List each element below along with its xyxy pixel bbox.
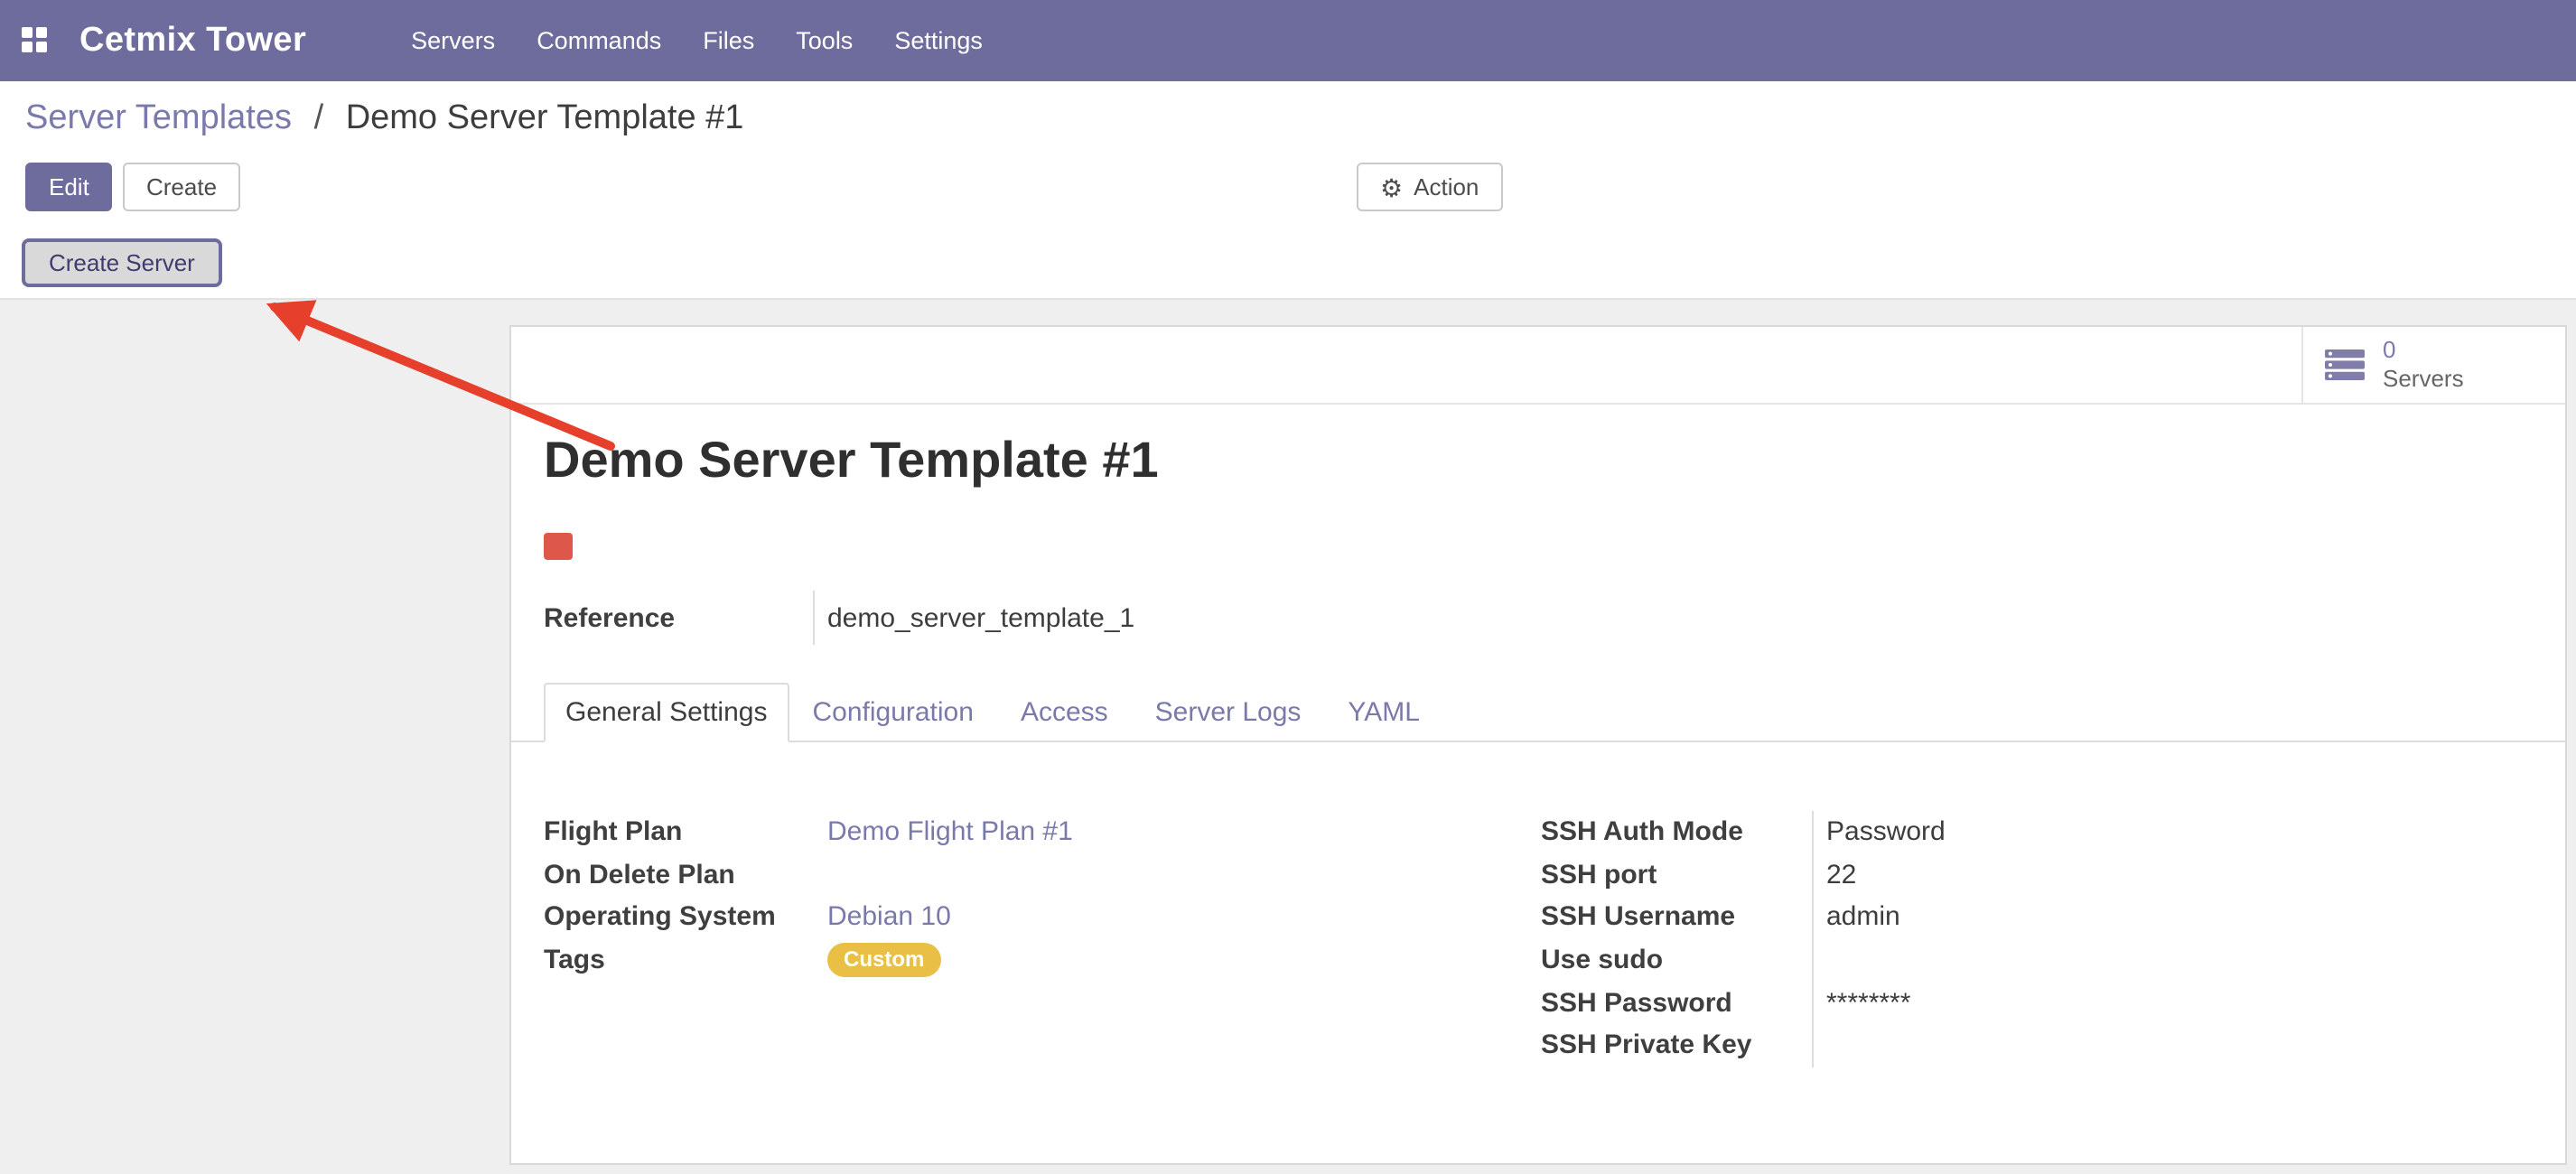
action-button[interactable]: ⚙ Action: [1357, 163, 1502, 211]
toolbar: Edit Create ⚙ Action: [0, 152, 2576, 229]
gear-icon: ⚙: [1380, 174, 1403, 200]
tab-access[interactable]: Access: [997, 683, 1132, 741]
stat-text: 0 Servers: [2383, 336, 2464, 395]
field-ssh-auth-mode: SSH Auth Mode Password: [1541, 811, 2536, 853]
statusbar-row: Create Server: [0, 229, 2576, 300]
main-menu: Servers Commands Files Tools Settings: [407, 20, 986, 61]
field-ssh-port: SSH port 22: [1541, 853, 2536, 896]
top-navbar: Cetmix Tower Servers Commands Files Tool…: [0, 0, 2576, 81]
tab-server-logs[interactable]: Server Logs: [1132, 683, 1325, 741]
sheet-topbar: 0 Servers: [511, 327, 2565, 405]
field-ssh-password: SSH Password ********: [1541, 982, 2536, 1024]
right-field-group: SSH Auth Mode Password SSH port 22 SSH U…: [1541, 811, 2536, 1067]
tag-badge: Custom: [827, 943, 940, 978]
app-window: Cetmix Tower Servers Commands Files Tool…: [0, 0, 2576, 1174]
field-ssh-private-key: SSH Private Key: [1541, 1024, 2536, 1067]
notebook-tabs: General Settings Configuration Access Se…: [511, 683, 2565, 742]
tab-general-settings[interactable]: General Settings: [544, 683, 789, 742]
field-flight-plan: Flight Plan Demo Flight Plan #1: [544, 811, 1541, 853]
servers-icon: [2323, 349, 2366, 381]
nav-item-settings[interactable]: Settings: [891, 20, 986, 61]
breadcrumb-parent[interactable]: Server Templates: [25, 99, 292, 137]
nav-item-tools[interactable]: Tools: [792, 20, 856, 61]
nav-item-servers[interactable]: Servers: [407, 20, 499, 61]
form-sheet: 0 Servers Demo Server Template #1 Refere…: [509, 325, 2567, 1165]
field-groups: Flight Plan Demo Flight Plan #1 On Delet…: [544, 811, 2536, 1067]
create-server-button[interactable]: Create Server: [22, 238, 222, 287]
record-title: Demo Server Template #1: [544, 432, 1159, 489]
nav-item-commands[interactable]: Commands: [533, 20, 665, 61]
create-button[interactable]: Create: [123, 163, 240, 211]
reference-field: Reference demo_server_template_1: [544, 591, 1134, 645]
field-on-delete-plan: On Delete Plan: [544, 853, 1541, 896]
color-swatch: [544, 533, 573, 560]
stat-value: 0: [2383, 336, 2464, 366]
apps-grid-icon[interactable]: [22, 27, 49, 54]
breadcrumb-current: Demo Server Template #1: [346, 99, 744, 137]
action-button-label: Action: [1414, 173, 1479, 200]
operating-system-link[interactable]: Debian 10: [827, 902, 951, 933]
tab-yaml[interactable]: YAML: [1324, 683, 1442, 741]
tab-configuration[interactable]: Configuration: [789, 683, 996, 741]
breadcrumb: Server Templates / Demo Server Template …: [25, 99, 743, 139]
left-field-group: Flight Plan Demo Flight Plan #1 On Delet…: [544, 811, 1541, 982]
field-operating-system: Operating System Debian 10: [544, 896, 1541, 938]
field-tags: Tags Custom: [544, 939, 1541, 982]
brand-title[interactable]: Cetmix Tower: [79, 21, 306, 61]
stat-label: Servers: [2383, 365, 2464, 395]
field-ssh-username: SSH Username admin: [1541, 896, 2536, 938]
reference-label: Reference: [544, 591, 813, 645]
nav-item-files[interactable]: Files: [699, 20, 758, 61]
breadcrumb-row: Server Templates / Demo Server Template …: [0, 81, 2576, 152]
reference-value: demo_server_template_1: [813, 591, 1134, 645]
content-area: 0 Servers Demo Server Template #1 Refere…: [0, 300, 2576, 1174]
flight-plan-link[interactable]: Demo Flight Plan #1: [827, 817, 1073, 848]
field-use-sudo: Use sudo: [1541, 939, 2536, 982]
breadcrumb-separator: /: [314, 99, 324, 137]
servers-stat-button[interactable]: 0 Servers: [2301, 327, 2565, 403]
edit-button[interactable]: Edit: [25, 163, 113, 211]
